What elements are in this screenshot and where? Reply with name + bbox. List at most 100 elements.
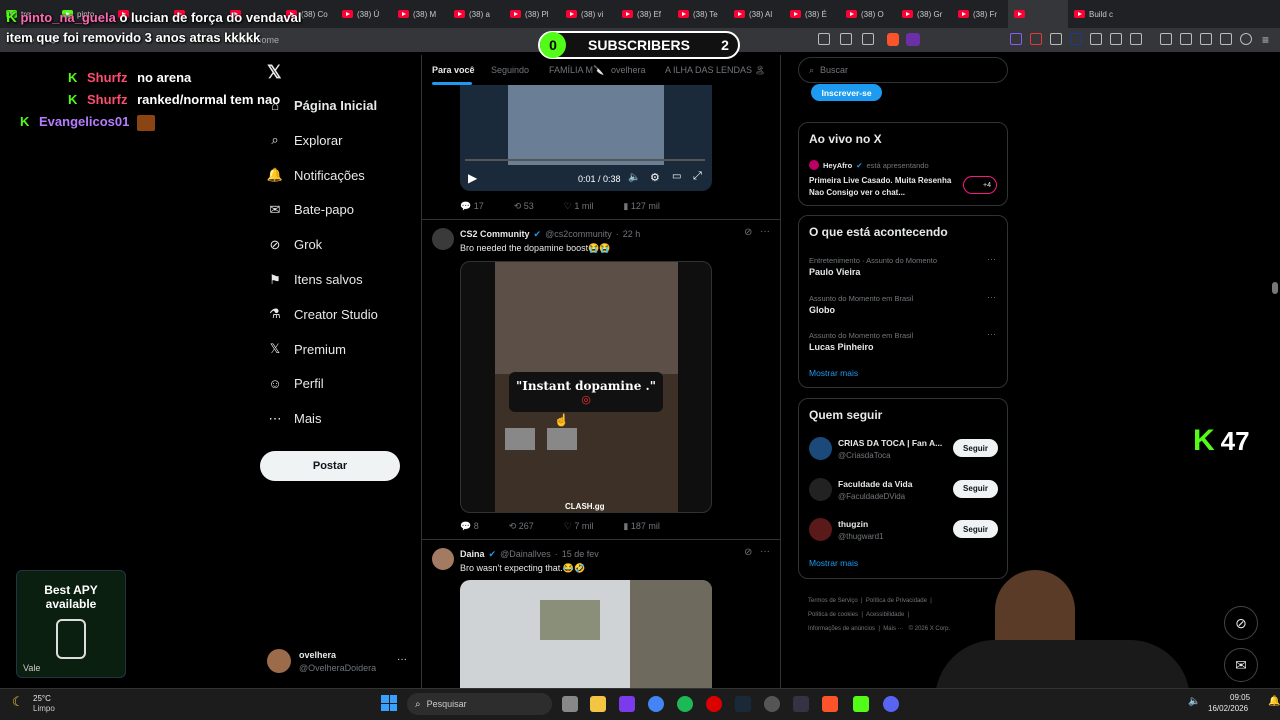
subscribe-button[interactable]: Inscrever-se <box>811 84 882 101</box>
repost-count[interactable]: ⟲ 267 <box>509 521 534 532</box>
avatar[interactable] <box>432 228 454 250</box>
more-icon[interactable]: ··· <box>987 254 996 264</box>
author-name[interactable]: CS2 Community <box>460 229 530 240</box>
post-time[interactable]: 15 de fev <box>562 549 599 560</box>
fullscreen-icon[interactable]: ⤢ <box>693 170 702 183</box>
browser-tab[interactable]: (38) Fr <box>952 0 1008 28</box>
post-button[interactable]: Postar <box>260 451 400 481</box>
tab-ovelhera[interactable]: ovelhera <box>611 65 646 75</box>
volume-icon[interactable]: 🔈 <box>628 172 640 183</box>
follow-name[interactable]: thugzin <box>838 519 948 529</box>
browser-tab[interactable]: Build c <box>1068 0 1124 28</box>
author-handle[interactable]: @cs2community <box>545 229 612 240</box>
live-host[interactable]: HeyAfro ✔ está apresentando <box>809 160 929 170</box>
extension-icon[interactable] <box>1010 33 1022 45</box>
view-count[interactable]: ▮ 187 mil <box>623 521 659 532</box>
tab-seguindo[interactable]: Seguindo <box>491 65 529 75</box>
more-icon[interactable]: ··· <box>987 292 996 302</box>
footer-link[interactable]: Acessibilidade <box>866 612 904 618</box>
sidebar-item-mais[interactable]: ⋯ Mais <box>268 411 322 427</box>
follow-button[interactable]: Seguir <box>953 520 998 538</box>
wallet-icon[interactable] <box>1200 33 1212 45</box>
file-explorer-icon[interactable] <box>590 696 606 712</box>
music-icon[interactable] <box>1160 33 1172 45</box>
pip-icon[interactable]: ▭ <box>672 171 681 182</box>
trend-item[interactable]: Entretenimento · Assunto do Momento Paulo… <box>809 256 937 277</box>
avatar[interactable] <box>809 518 832 541</box>
tab-ilha-das-lendas[interactable]: A ILHA DAS LENDAS 🏝 <box>665 65 766 76</box>
more-icon[interactable]: ··· <box>987 329 996 339</box>
brave-shield-icon[interactable] <box>887 33 899 46</box>
follow-name[interactable]: CRIAS DA TOCA | Fan A... <box>838 438 948 448</box>
sidebar-item-itens-salvos[interactable]: ⚑ Itens salvos <box>268 272 362 288</box>
extension-icon[interactable] <box>1030 33 1042 45</box>
like-count[interactable]: ♡ 1 mil <box>564 201 594 212</box>
show-more-link[interactable]: Mostrar mais <box>809 558 858 568</box>
cast-icon[interactable] <box>840 33 852 45</box>
screenshot-icon[interactable] <box>1130 33 1142 45</box>
menu-icon[interactable]: ≡ <box>1262 33 1269 47</box>
brave-icon[interactable] <box>822 696 838 712</box>
steam-icon[interactable] <box>735 696 751 712</box>
post-video[interactable]: "Instant dopamine ." ◎ CLASH.gg <box>460 261 712 513</box>
sidebar-item-explorar[interactable]: ⌕ Explorar <box>268 132 342 148</box>
browser-tab[interactable]: (38) Ef <box>616 0 672 28</box>
share-icon[interactable] <box>862 33 874 45</box>
avatar[interactable] <box>432 548 454 570</box>
taskbar-search[interactable]: ⌕ Pesquisar <box>407 693 552 715</box>
temperature[interactable]: 25°C <box>33 694 51 703</box>
footer-link[interactable]: Mais ··· <box>883 626 903 632</box>
video-player[interactable]: ▶ 0:01 / 0:38 🔈 ⚙ ▭ ⤢ <box>460 85 712 191</box>
opera-icon[interactable] <box>706 696 722 712</box>
spotify-icon[interactable] <box>677 696 693 712</box>
app-icon[interactable] <box>764 696 780 712</box>
browser-tab[interactable]: (38) vi <box>560 0 616 28</box>
like-count[interactable]: ♡ 7 mil <box>564 521 594 532</box>
browser-tab[interactable]: (38) Te <box>672 0 728 28</box>
more-icon[interactable]: ··· <box>760 226 770 237</box>
browser-tab[interactable]: (38) M <box>392 0 448 28</box>
repost-count[interactable]: ⟲ 53 <box>514 201 534 212</box>
ad-banner[interactable]: Best APY available Vale <box>16 570 126 678</box>
extension-icon[interactable] <box>1090 33 1102 45</box>
post-video[interactable] <box>460 580 712 688</box>
avatar[interactable] <box>809 437 832 460</box>
account-name[interactable]: ovelhera <box>299 650 336 660</box>
app-icon[interactable] <box>619 696 635 712</box>
search-box[interactable]: ⌕ Buscar <box>798 57 1008 83</box>
browser-tab[interactable]: (38) a <box>448 0 504 28</box>
extension-icon[interactable] <box>1070 33 1082 45</box>
x-logo-icon[interactable]: 𝕏 <box>267 62 282 83</box>
footer-link[interactable]: Política de cookies <box>808 612 858 618</box>
tab-para-voce[interactable]: Para você <box>432 65 475 75</box>
vpn-icon[interactable] <box>1240 33 1252 45</box>
footer-link[interactable]: Política de Privacidade <box>866 598 927 604</box>
live-listeners[interactable]: +4 <box>963 176 997 194</box>
windows-start-icon[interactable] <box>381 695 397 711</box>
sidebar-item-creator-studio[interactable]: ⚗ Creator Studio <box>268 306 378 322</box>
browser-tab[interactable]: (38) Ú <box>336 0 392 28</box>
sidebar-item-grok[interactable]: ⊘ Grok <box>268 237 323 253</box>
clock-time[interactable]: 09:05 <box>1230 693 1250 702</box>
browser-tab[interactable]: (38) Gr <box>896 0 952 28</box>
messages-fab-icon[interactable]: ✉ <box>1224 648 1258 682</box>
sidebar-item-página-inicial[interactable]: ⌂ Página Inicial <box>268 98 377 113</box>
notification-icon[interactable]: 🔔 <box>1268 696 1280 707</box>
browser-tab[interactable]: (38) É <box>784 0 840 28</box>
live-text[interactable]: Primeira Live Casado. Muita Resenha Nao … <box>809 175 959 199</box>
chrome-icon[interactable] <box>648 696 664 712</box>
author-name[interactable]: Daina <box>460 549 485 560</box>
trend-item[interactable]: Assunto do Momento em Brasil Globo <box>809 294 913 315</box>
author-handle[interactable]: @Dainallves <box>500 549 551 560</box>
reply-count[interactable]: 💬 17 <box>460 201 484 212</box>
follow-button[interactable]: Seguir <box>953 439 998 457</box>
reply-count[interactable]: 💬 8 <box>460 521 479 532</box>
scrollbar[interactable] <box>1272 282 1278 294</box>
app-icon[interactable] <box>793 696 809 712</box>
extension-icon[interactable] <box>1050 33 1062 45</box>
play-icon[interactable]: ▶ <box>468 171 477 185</box>
sidebar-item-bate-papo[interactable]: ✉ Bate-papo <box>268 202 354 218</box>
footer-link[interactable]: Informações de anúncios <box>808 626 875 632</box>
follow-button[interactable]: Seguir <box>953 479 998 498</box>
sidebar-item-perfil[interactable]: ☺ Perfil <box>268 376 323 391</box>
